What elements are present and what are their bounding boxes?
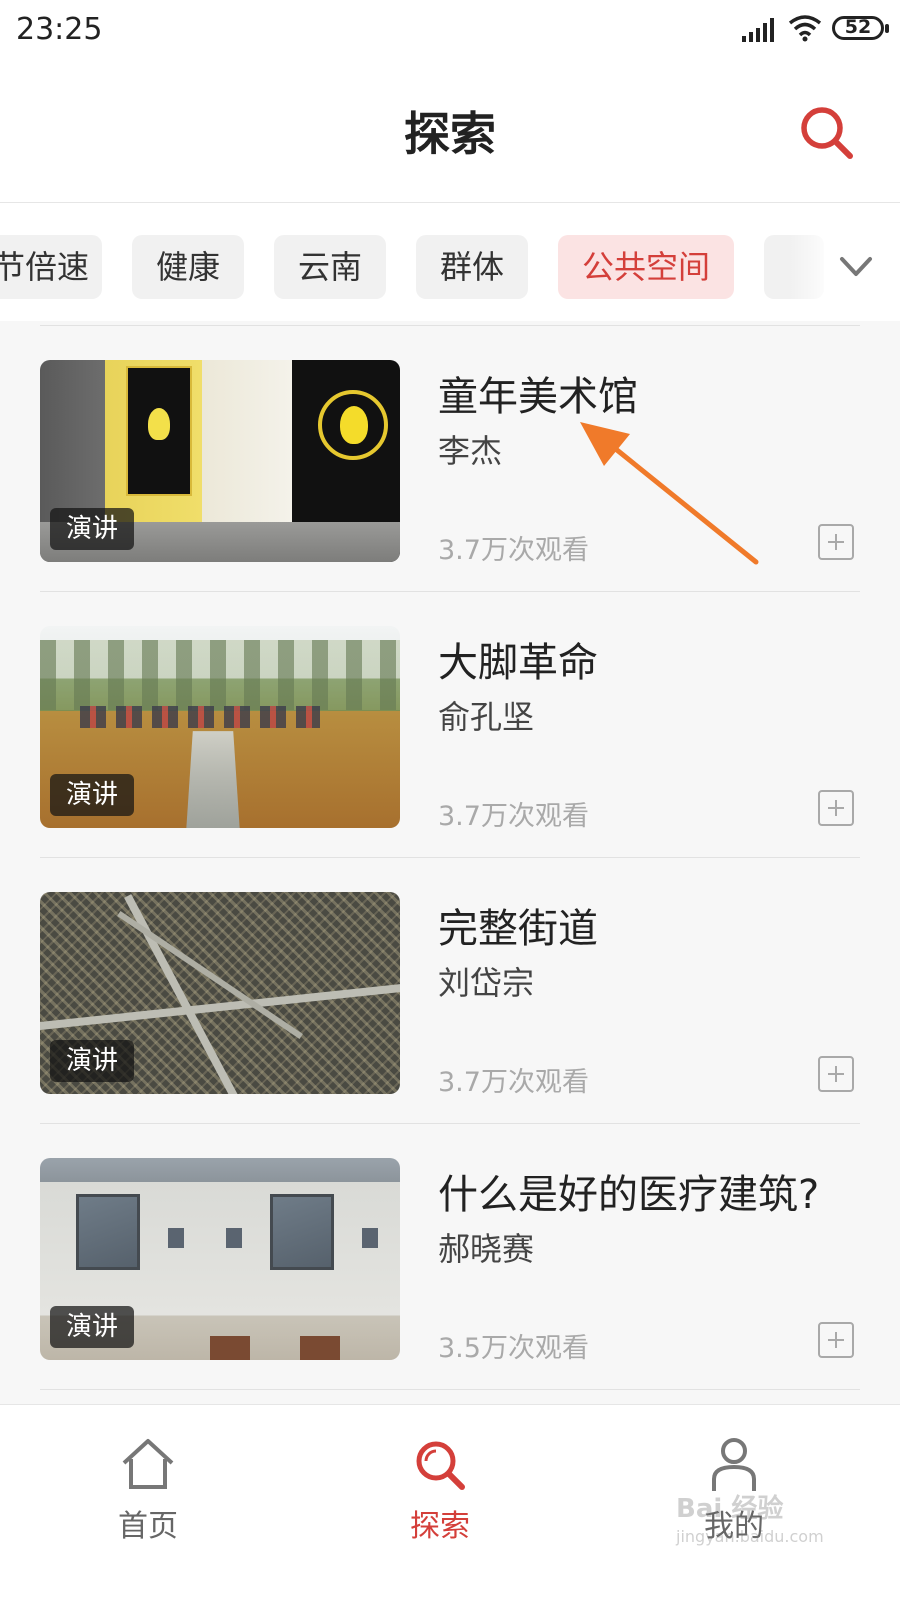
poster-banner (126, 366, 192, 496)
building-door (210, 1336, 250, 1360)
nav-explore[interactable]: 探索 (360, 1435, 520, 1545)
people (80, 706, 320, 728)
view-count: 3.7万次观看 (438, 1067, 589, 1098)
view-count: 3.7万次观看 (438, 801, 589, 832)
trees (40, 640, 400, 710)
add-icon[interactable] (818, 790, 854, 826)
tab-group[interactable]: 群体 (416, 235, 528, 299)
status-bar: 23:25 52 (0, 0, 900, 62)
tab-health[interactable]: 健康 (132, 235, 244, 299)
add-icon[interactable] (818, 524, 854, 560)
tab-yunnan[interactable]: 云南 (274, 235, 386, 299)
category-badge: 演讲 (50, 1040, 135, 1082)
video-thumbnail[interactable]: 演讲 (40, 360, 400, 562)
view-count: 3.5万次观看 (438, 1333, 589, 1364)
watermark-text: Bai 经验 (676, 1494, 784, 1524)
list-item[interactable]: 演讲 童年美术馆 李杰 3.7万次观看 (40, 325, 860, 598)
video-author: 李杰 (438, 432, 503, 470)
header: 探索 (0, 62, 900, 203)
wifi-icon (788, 15, 822, 42)
video-title[interactable]: 什么是好的医疗建筑? (438, 1162, 819, 1220)
video-author: 俞孔坚 (438, 698, 535, 736)
video-thumbnail[interactable]: 演讲 (40, 1158, 400, 1360)
list-item[interactable]: 演讲 完整街道 刘岱宗 3.7万次观看 (40, 857, 860, 1130)
watermark-url: jingyan.baidu.com (676, 1527, 824, 1546)
battery-level: 52 (844, 16, 872, 38)
battery-icon: 52 (832, 16, 889, 40)
signal-icon (742, 18, 774, 42)
video-title[interactable]: 大脚革命 (438, 630, 598, 688)
video-author: 郝晓赛 (438, 1230, 535, 1268)
add-icon[interactable] (818, 1056, 854, 1092)
watermark: Bai 经验 jingyan.baidu.com (676, 1488, 824, 1546)
page-title: 探索 (404, 107, 496, 161)
video-author: 刘岱宗 (438, 964, 535, 1002)
highway (124, 894, 244, 1094)
search-icon (416, 1441, 465, 1490)
field-path (186, 731, 240, 828)
building-window (226, 1228, 242, 1248)
user-icon (712, 1438, 756, 1491)
list-item[interactable]: 演讲 大脚革命 俞孔坚 3.7万次观看 (40, 591, 860, 864)
search-icon[interactable] (796, 102, 856, 162)
status-time: 23:25 (16, 12, 103, 47)
building-window (270, 1194, 334, 1270)
category-badge: 演讲 (50, 774, 135, 816)
list-item[interactable]: 演讲 什么是好的医疗建筑? 郝晓赛 3.5万次观看 (40, 1123, 860, 1396)
home-icon (122, 1439, 174, 1489)
duck-poster (318, 390, 388, 460)
video-thumbnail[interactable]: 演讲 (40, 626, 400, 828)
nav-home[interactable]: 首页 (68, 1435, 228, 1545)
add-icon[interactable] (818, 1322, 854, 1358)
building-window (76, 1194, 140, 1270)
building-door (300, 1336, 340, 1360)
category-badge: 演讲 (50, 1306, 135, 1348)
highway (117, 911, 303, 1039)
building-window (168, 1228, 184, 1248)
tab-public-space[interactable]: 公共空间 (558, 235, 734, 299)
video-thumbnail[interactable]: 演讲 (40, 892, 400, 1094)
tab-speed[interactable]: 节倍速 (0, 235, 102, 299)
video-title[interactable]: 完整街道 (438, 896, 598, 954)
category-tabs: 节倍速 健康 云南 群体 公共空间 (0, 203, 900, 321)
view-count: 3.7万次观看 (438, 535, 589, 566)
chevron-down-icon[interactable] (836, 247, 876, 287)
video-title[interactable]: 童年美术馆 (438, 364, 638, 422)
category-badge: 演讲 (50, 508, 135, 550)
nav-home-label: 首页 (118, 1509, 178, 1544)
highway (40, 980, 400, 1032)
building-window (362, 1228, 378, 1248)
nav-explore-label: 探索 (410, 1509, 470, 1544)
